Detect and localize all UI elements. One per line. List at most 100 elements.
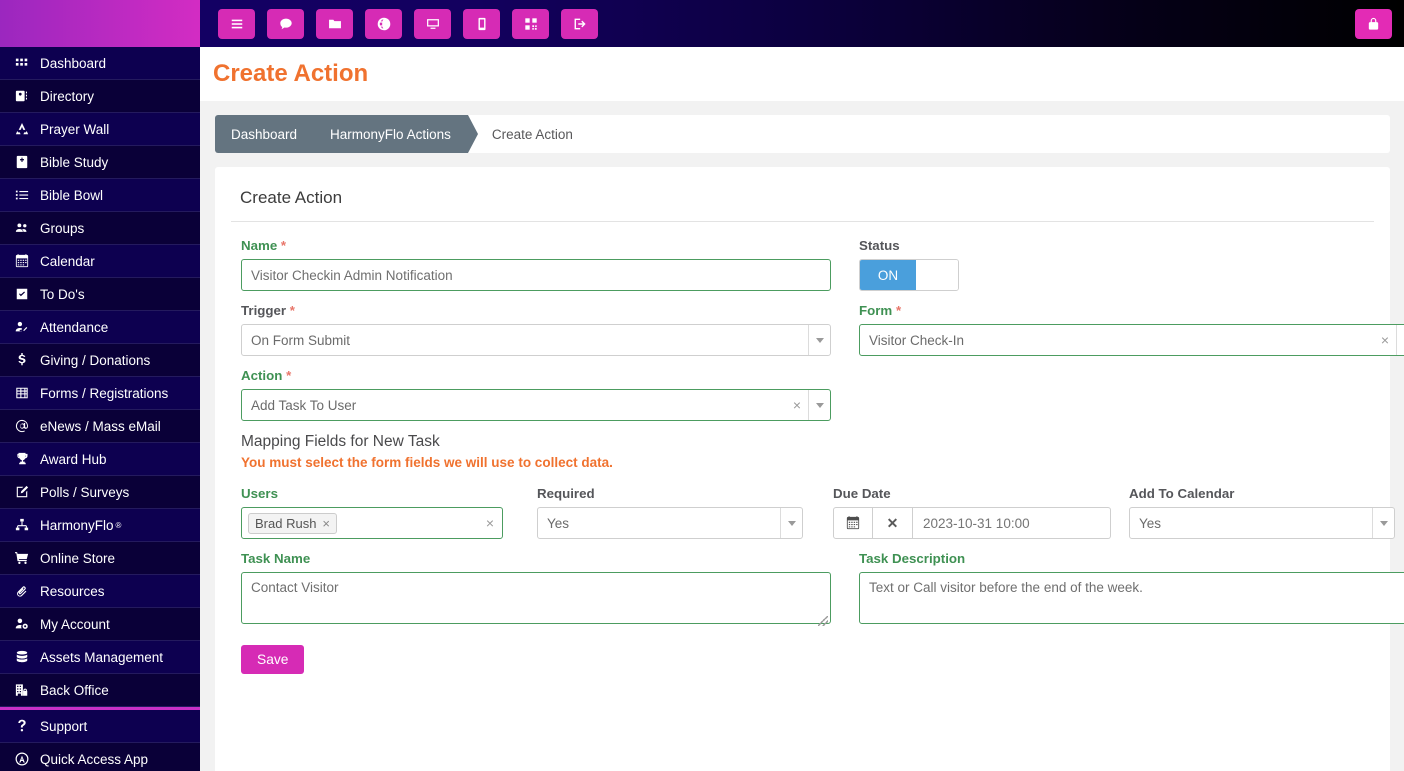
sidebar-item-label: Resources <box>40 583 105 599</box>
field-due-date: Due Date ✕ <box>833 486 1129 539</box>
book-icon <box>11 155 33 169</box>
user-token-remove-icon[interactable]: × <box>322 516 330 531</box>
due-date-clear-icon[interactable]: ✕ <box>873 507 913 539</box>
sidebar-item-back-office[interactable]: Back Office <box>0 674 200 707</box>
required-select[interactable]: Yes <box>537 507 803 539</box>
sidebar-item-label: My Account <box>40 616 110 632</box>
action-select[interactable]: Add Task To User × <box>241 389 831 421</box>
required-marker: * <box>289 303 295 318</box>
form-select[interactable]: Visitor Check-In × <box>859 324 1404 356</box>
sidebar-item-directory[interactable]: Directory <box>0 80 200 113</box>
chevron-down-icon[interactable] <box>1372 508 1394 538</box>
sidebar-item-enews-mass-email[interactable]: eNews / Mass eMail <box>0 410 200 443</box>
sidebar-item-label: Directory <box>40 88 95 104</box>
shopping-cart-icon <box>11 551 33 565</box>
globe-icon[interactable] <box>365 8 402 39</box>
label-form: Form * <box>859 303 902 318</box>
building-lock-icon <box>11 683 33 697</box>
sidebar-item-prayer-wall[interactable]: Prayer Wall <box>0 113 200 146</box>
field-name: Name * <box>241 238 831 291</box>
edit-square-icon <box>11 485 33 499</box>
at-icon <box>11 419 33 433</box>
chat-bubble-icon[interactable] <box>267 8 304 39</box>
top-bar <box>200 0 1404 47</box>
breadcrumb-item[interactable]: HarmonyFlo Actions <box>314 115 479 153</box>
sidebar-nav: Dashboard Directory Prayer Wall Bible Study… <box>0 47 200 707</box>
chevron-down-icon[interactable] <box>1396 325 1404 355</box>
praying-hands-icon <box>11 122 33 136</box>
task-description-wrap <box>859 572 1404 629</box>
sidebar-item-polls-surveys[interactable]: Polls / Surveys <box>0 476 200 509</box>
label-due-date: Due Date <box>833 486 891 501</box>
sidebar-item-label: Groups <box>40 220 85 236</box>
sidebar-footer-nav: Support Quick Access App <box>0 710 200 771</box>
sidebar-item-attendance[interactable]: Attendance <box>0 311 200 344</box>
check-square-icon <box>11 287 33 301</box>
action-select-clear-icon[interactable]: × <box>786 398 808 412</box>
sidebar-item-label: Quick Access App <box>40 751 149 767</box>
logo-area[interactable] <box>0 0 200 47</box>
required-marker: * <box>286 368 292 383</box>
status-toggle-knob <box>916 260 958 290</box>
sidebar-item-label: Bible Bowl <box>40 187 104 203</box>
sidebar-item-my-account[interactable]: My Account <box>0 608 200 641</box>
field-users: Users Brad Rush × × <box>241 486 537 539</box>
save-button[interactable]: Save <box>241 645 305 674</box>
label-name: Name * <box>241 238 287 253</box>
name-input[interactable] <box>241 259 831 291</box>
sidebar-item-bible-study[interactable]: Bible Study <box>0 146 200 179</box>
task-name-textarea[interactable] <box>241 572 831 624</box>
sidebar-item-support[interactable]: Support <box>0 710 200 743</box>
label-action: Action * <box>241 368 292 383</box>
due-date-input[interactable] <box>913 507 1111 539</box>
logout-icon[interactable] <box>561 8 598 39</box>
hamburger-icon[interactable] <box>218 8 255 39</box>
sidebar-item-giving-donations[interactable]: Giving / Donations <box>0 344 200 377</box>
create-action-panel: Create Action Name * Status ON <box>215 167 1404 771</box>
mapping-warning: You must select the form fields we will … <box>241 455 613 470</box>
sidebar-item-resources[interactable]: Resources <box>0 575 200 608</box>
calendar-icon <box>11 254 33 268</box>
sidebar-item-label: Back Office <box>40 682 109 698</box>
calendar-icon[interactable] <box>833 507 873 539</box>
folder-icon[interactable] <box>316 8 353 39</box>
label-task-description: Task Description <box>859 551 966 566</box>
form-select-clear-icon[interactable]: × <box>1374 333 1396 347</box>
sidebar-item-label: Support <box>40 718 88 734</box>
sidebar-item-dashboard[interactable]: Dashboard <box>0 47 200 80</box>
chevron-down-icon[interactable] <box>808 390 830 420</box>
users-clear-icon[interactable]: × <box>486 515 494 531</box>
sidebar-item-assets-management[interactable]: Assets Management <box>0 641 200 674</box>
chevron-down-icon[interactable] <box>780 508 802 538</box>
sidebar-item-label: Bible Study <box>40 154 109 170</box>
sidebar-item-harmonyflo[interactable]: HarmonyFlo ® <box>0 509 200 542</box>
sidebar-item-bible-bowl[interactable]: Bible Bowl <box>0 179 200 212</box>
qr-code-icon[interactable] <box>512 8 549 39</box>
user-check-icon <box>11 320 33 334</box>
add-to-calendar-select[interactable]: Yes <box>1129 507 1395 539</box>
breadcrumb-item[interactable]: Dashboard <box>215 115 325 153</box>
sidebar-item-calendar[interactable]: Calendar <box>0 245 200 278</box>
task-description-textarea[interactable] <box>859 572 1404 624</box>
lock-icon[interactable] <box>1355 8 1392 39</box>
main-area: Create Action Dashboard HarmonyFlo Action… <box>200 0 1404 771</box>
mobile-icon[interactable] <box>463 8 500 39</box>
sidebar-item-groups[interactable]: Groups <box>0 212 200 245</box>
sidebar-item-to-do-s[interactable]: To Do's <box>0 278 200 311</box>
sidebar-item-quick-access-app[interactable]: Quick Access App <box>0 743 200 771</box>
sidebar-item-forms-registrations[interactable]: Forms / Registrations <box>0 377 200 410</box>
trigger-select[interactable]: On Form Submit <box>241 324 831 356</box>
field-form: Form * Visitor Check-In × <box>859 303 1404 356</box>
user-token[interactable]: Brad Rush × <box>248 512 338 534</box>
sidebar-item-award-hub[interactable]: Award Hub <box>0 443 200 476</box>
label-task-name: Task Name <box>241 551 311 566</box>
status-toggle[interactable]: ON <box>859 259 959 291</box>
sidebar-item-online-store[interactable]: Online Store <box>0 542 200 575</box>
desktop-icon[interactable] <box>414 8 451 39</box>
chevron-down-icon[interactable] <box>808 325 830 355</box>
page-title-bar: Create Action <box>200 47 1404 101</box>
status-toggle-on-label: ON <box>860 260 916 290</box>
spacer-col <box>859 368 1404 421</box>
dollar-icon <box>11 353 33 367</box>
users-tokenbox[interactable]: Brad Rush × × <box>241 507 503 539</box>
